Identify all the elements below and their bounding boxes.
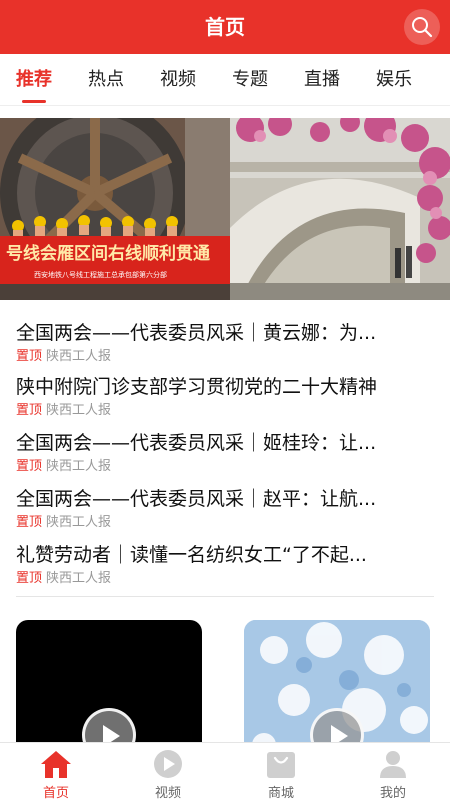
banner-subcaption: 西安地铁八号线工程施工总承包部第六分部: [34, 270, 167, 279]
tabbar-item-me[interactable]: 我的: [337, 743, 449, 800]
category-tabs: 推荐 热点 视频 专题 直播 娱乐: [0, 54, 450, 106]
banner-photo-bridge: [230, 118, 450, 300]
shop-bag-icon: [267, 752, 295, 778]
banner-caption: 号线会雁区间右线顺利贯通: [6, 243, 210, 264]
news-title: 礼赞劳动者｜读懂一名纺织女工“了不起...: [16, 544, 367, 566]
news-meta: 置顶 陕西工人报: [16, 514, 111, 532]
news-title: 全国两会——代表委员风采｜姬桂玲：让...: [16, 432, 377, 454]
pinned-tag: 置顶: [16, 515, 43, 530]
tabbar-label: 视频: [154, 786, 181, 800]
tabbar-item-shop[interactable]: 商城: [225, 743, 337, 800]
video-card[interactable]: [244, 620, 430, 760]
news-source: 陕西工人报: [46, 403, 112, 418]
active-tab-indicator: [22, 100, 46, 103]
tab-live[interactable]: 直播: [304, 54, 340, 106]
banner-carousel[interactable]: 号线会雁区间右线顺利贯通 西安地铁八号线工程施工总承包部第六分部: [0, 118, 450, 300]
bottom-tab-bar: 首页 视频 商城 我的: [0, 742, 450, 800]
news-meta: 置顶 陕西工人报: [16, 402, 111, 420]
tabbar-label: 首页: [42, 786, 69, 800]
tabbar-item-home[interactable]: 首页: [0, 743, 112, 800]
news-source: 陕西工人报: [46, 349, 112, 364]
tab-hot[interactable]: 热点: [88, 54, 124, 106]
news-meta: 置顶 陕西工人报: [16, 458, 111, 476]
banner-photo-tunnel: 号线会雁区间右线顺利贯通 西安地铁八号线工程施工总承包部第六分部: [0, 118, 230, 300]
app-header: 首页: [0, 0, 450, 54]
tabbar-item-video[interactable]: 视频: [112, 743, 224, 800]
pinned-tag: 置顶: [16, 349, 43, 364]
news-source: 陕西工人报: [46, 459, 112, 474]
tab-entertainment[interactable]: 娱乐: [376, 54, 412, 106]
pinned-tag: 置顶: [16, 403, 43, 418]
video-card[interactable]: [16, 620, 202, 760]
pinned-tag: 置顶: [16, 459, 43, 474]
tabbar-label: 我的: [379, 786, 406, 800]
news-source: 陕西工人报: [46, 515, 112, 530]
news-title: 全国两会——代表委员风采｜黄云娜：为...: [16, 322, 377, 344]
news-source: 陕西工人报: [46, 571, 112, 586]
home-icon: [41, 751, 71, 778]
user-icon: [380, 751, 406, 778]
page-title: 首页: [205, 15, 245, 39]
news-meta: 置顶 陕西工人报: [16, 570, 111, 588]
tab-video[interactable]: 视频: [160, 54, 196, 106]
play-icon: [154, 750, 182, 778]
tab-recommend[interactable]: 推荐: [16, 54, 52, 106]
section-divider: [16, 596, 434, 597]
pinned-tag: 置顶: [16, 571, 43, 586]
news-title: 陕中附院门诊支部学习贯彻党的二十大精神: [16, 376, 378, 398]
news-title: 全国两会——代表委员风采｜赵平：让航...: [16, 488, 377, 510]
search-button[interactable]: [404, 9, 440, 45]
news-meta: 置顶 陕西工人报: [16, 348, 111, 366]
tab-topics[interactable]: 专题: [232, 54, 268, 106]
search-icon: [412, 17, 433, 38]
tabbar-label: 商城: [267, 786, 294, 800]
